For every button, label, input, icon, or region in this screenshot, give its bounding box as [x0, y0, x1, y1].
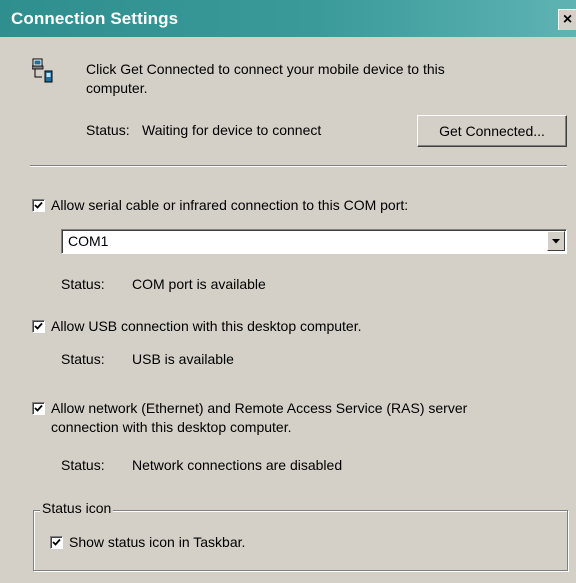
device-status-label: Status:: [86, 122, 130, 138]
network-status-value: Network connections are disabled: [132, 457, 343, 473]
usb-status-label: Status:: [61, 351, 105, 367]
com-status-label: Status:: [61, 276, 105, 292]
window-title: Connection Settings: [11, 9, 179, 28]
com-port-value: COM1: [68, 233, 109, 249]
computer-device-connection-icon: [32, 58, 53, 83]
checkmark-icon: [34, 322, 43, 330]
device-status-value: Waiting for device to connect: [142, 122, 322, 138]
serial-label[interactable]: Allow serial cable or infrared connectio…: [51, 197, 408, 213]
network-status-label: Status:: [61, 457, 105, 473]
usb-status-value: USB is available: [132, 351, 234, 367]
com-status-value: COM port is available: [132, 276, 266, 292]
close-icon: ×: [562, 11, 573, 28]
title-bar[interactable]: Connection Settings ×: [0, 0, 576, 37]
network-label-cont[interactable]: connection with this desktop computer.: [51, 419, 291, 435]
connect-description-cont: computer.: [86, 80, 148, 96]
usb-checkbox[interactable]: [32, 320, 45, 333]
serial-checkbox[interactable]: [32, 199, 45, 212]
network-checkbox[interactable]: [32, 402, 45, 415]
show-status-icon-checkbox[interactable]: [50, 536, 63, 549]
close-button[interactable]: ×: [558, 9, 576, 30]
chevron-down-icon: [552, 239, 560, 244]
checkmark-icon: [34, 201, 43, 209]
usb-label[interactable]: Allow USB connection with this desktop c…: [51, 318, 362, 334]
get-connected-button[interactable]: Get Connected...: [417, 115, 567, 147]
connection-settings-window: Connection Settings × Click Get Connecte…: [0, 0, 576, 583]
checkmark-icon: [34, 404, 43, 412]
com-port-select[interactable]: COM1: [61, 229, 567, 254]
network-label[interactable]: Allow network (Ethernet) and Remote Acce…: [51, 400, 467, 416]
separator: [30, 165, 567, 167]
connect-description: Click Get Connected to connect your mobi…: [86, 61, 445, 77]
status-icon-group-legend: Status icon: [40, 500, 114, 516]
show-status-icon-label[interactable]: Show status icon in Taskbar.: [69, 534, 245, 550]
checkmark-icon: [52, 538, 61, 546]
dialog-body: Click Get Connected to connect your mobi…: [11, 37, 576, 583]
dropdown-button[interactable]: [547, 231, 565, 251]
